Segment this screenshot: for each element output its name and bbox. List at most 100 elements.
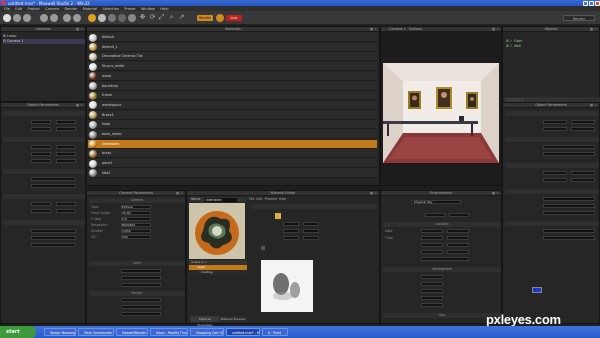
stop-render-button[interactable]: Live: [226, 14, 242, 21]
material-item[interactable]: frame: [88, 91, 377, 101]
param-field[interactable]: [31, 159, 51, 163]
scene-icon[interactable]: [118, 13, 126, 22]
texture-swatch[interactable]: [275, 213, 281, 219]
param-field[interactable]: [31, 177, 76, 181]
param-field[interactable]: [31, 120, 51, 124]
render-button[interactable]: Render: [197, 14, 213, 21]
atmo-field[interactable]: [421, 296, 443, 300]
start-button[interactable]: start: [0, 326, 36, 338]
editor-menu-file[interactable]: File: [249, 197, 254, 201]
scale-icon[interactable]: ⤢: [158, 14, 165, 21]
sensor-field[interactable]: [121, 312, 161, 316]
param-field[interactable]: [543, 152, 595, 156]
env-field[interactable]: [447, 250, 469, 254]
render-viewport[interactable]: [381, 33, 501, 185]
undo-icon[interactable]: [40, 13, 48, 22]
taskbar-item-thunderbird[interactable]: Inbox - Mozilla Thunderbird: [150, 328, 188, 336]
param-field[interactable]: [56, 202, 76, 206]
material-item[interactable]: wood: [88, 71, 377, 81]
sphere-icon[interactable]: [98, 13, 106, 22]
shutter-field[interactable]: 1/250: [121, 229, 151, 233]
env-field[interactable]: [449, 213, 469, 217]
material-item[interactable]: Stucco_white: [88, 62, 377, 72]
param-field[interactable]: [31, 152, 51, 156]
taskbar-item-maxwell[interactable]: MaxwellRender - Win...: [116, 328, 148, 336]
tab-instances[interactable]: [526, 97, 544, 102]
env-field[interactable]: [425, 213, 445, 217]
param-field[interactable]: [31, 202, 51, 206]
atmo-field[interactable]: [421, 289, 443, 293]
taskbar-item-messenger[interactable]: Yahoo! Messenger: [44, 328, 76, 336]
material-item[interactable]: worldspace: [88, 100, 377, 110]
date-field[interactable]: [447, 229, 469, 233]
param-field[interactable]: [31, 236, 76, 240]
material-item[interactable]: pane1: [88, 159, 377, 169]
prop-field[interactable]: [303, 222, 319, 226]
time-field[interactable]: [421, 236, 443, 240]
pick-icon[interactable]: ↗: [178, 14, 185, 21]
lens-field[interactable]: [121, 283, 161, 287]
param-field[interactable]: [543, 171, 567, 175]
lens-field[interactable]: [121, 269, 161, 273]
param-field[interactable]: [571, 171, 595, 175]
grid-icon[interactable]: [128, 13, 136, 22]
material-item[interactable]: default: [88, 33, 377, 42]
param-field[interactable]: [31, 243, 76, 247]
editor-menu-help[interactable]: Help: [279, 197, 286, 201]
param-field[interactable]: [543, 145, 595, 149]
taskbar-item-paint[interactable]: 6 - Paint: [262, 328, 288, 336]
prop-field[interactable]: [283, 236, 299, 240]
prop-field[interactable]: [283, 229, 299, 233]
tree-item-floor[interactable]: ⊞ ✓ Floor: [506, 39, 566, 44]
editor-menu-edit[interactable]: Edit: [256, 197, 262, 201]
param-field[interactable]: [543, 127, 567, 131]
new-icon[interactable]: [3, 13, 11, 22]
atmo-field[interactable]: [421, 282, 443, 286]
refresh-icon[interactable]: [63, 13, 71, 22]
material-item[interactable]: Interlaken: [88, 139, 377, 149]
tab-material-preview[interactable]: Material Preview: [220, 316, 246, 322]
tab-textures[interactable]: [546, 97, 568, 102]
param-field[interactable]: [31, 127, 51, 131]
type-field[interactable]: Pinhole: [121, 205, 151, 209]
fstop-field[interactable]: 5.6: [121, 217, 151, 221]
tab-objects[interactable]: [506, 97, 524, 102]
param-field[interactable]: [31, 184, 76, 188]
param-field[interactable]: [56, 145, 76, 149]
param-field[interactable]: [571, 127, 595, 131]
material-item[interactable]: hook: [88, 120, 377, 130]
maximize-button[interactable]: [589, 0, 594, 6]
render-dropdown[interactable]: Render: [563, 14, 595, 21]
sensor-field[interactable]: [121, 298, 161, 302]
param-field[interactable]: [31, 145, 51, 149]
param-field[interactable]: [56, 120, 76, 124]
save-icon[interactable]: [23, 13, 31, 22]
param-field[interactable]: [571, 178, 595, 182]
checkbox[interactable]: [261, 246, 265, 250]
env-field[interactable]: [421, 250, 443, 254]
prop-field[interactable]: [303, 236, 319, 240]
material-name-field[interactable]: Interlaken: [205, 197, 237, 202]
param-field[interactable]: [543, 229, 595, 233]
taskbar-item-shopping[interactable]: Shopping Cart 3D Contest: [190, 328, 224, 336]
resolution-field[interactable]: 800x600: [121, 223, 151, 227]
move-icon[interactable]: ✥: [139, 14, 146, 21]
env-field[interactable]: [421, 257, 469, 261]
date-field[interactable]: [421, 229, 443, 233]
param-field[interactable]: [56, 127, 76, 131]
material-item[interactable]: base_metal: [88, 130, 377, 139]
editor-menu-preview[interactable]: Preview: [265, 197, 277, 201]
open-icon[interactable]: [13, 13, 21, 22]
taskbar-item-untitled[interactable]: untitled.mxs* - Maxw...: [226, 328, 260, 336]
cube-icon[interactable]: [108, 13, 116, 22]
coating-item[interactable]: Coating: [189, 270, 247, 275]
minimize-button[interactable]: [583, 0, 588, 6]
lens-field[interactable]: [121, 276, 161, 280]
param-field[interactable]: [31, 229, 76, 233]
taskbar-item-commander[interactable]: Total Commander 7.5: [78, 328, 114, 336]
param-field[interactable]: [543, 197, 595, 201]
sun-icon[interactable]: [88, 13, 96, 22]
time-field[interactable]: [447, 236, 469, 240]
tree-item-camera[interactable]: ⊟ Camera 1: [3, 39, 85, 44]
param-field[interactable]: [31, 209, 51, 213]
